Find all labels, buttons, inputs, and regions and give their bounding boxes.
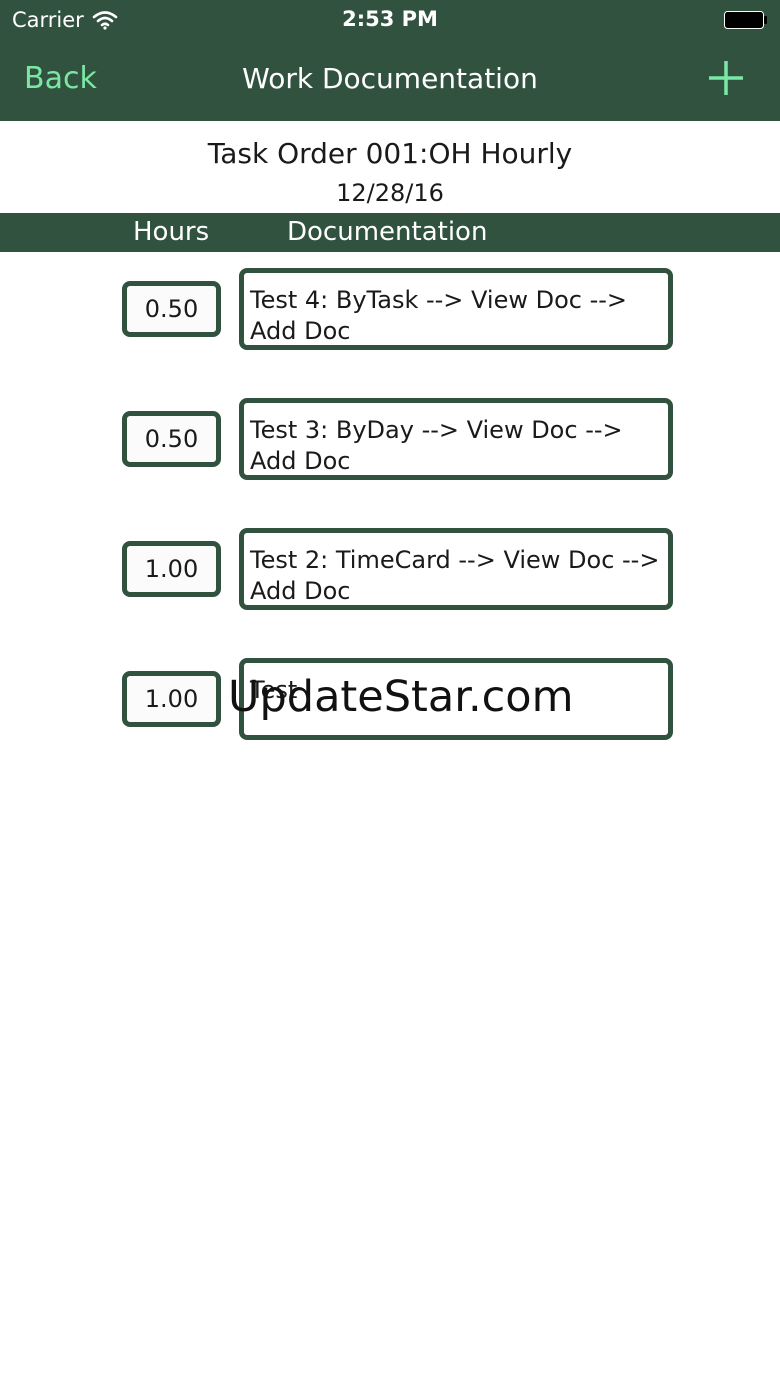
- documentation-field[interactable]: Test 2: TimeCard --> View Doc --> Add Do…: [239, 528, 673, 610]
- task-order-title: Task Order 001:OH Hourly: [207, 137, 573, 170]
- documentation-field[interactable]: Test 4: ByTask --> View Doc --> Add Doc: [239, 268, 673, 350]
- list-item[interactable]: 1.00 Test 2: TimeCard --> View Doc --> A…: [0, 528, 780, 610]
- hours-field[interactable]: 0.50: [122, 411, 221, 467]
- hours-field[interactable]: 0.50: [122, 281, 221, 337]
- column-header-hours: Hours: [133, 217, 210, 247]
- task-date: 12/28/16: [336, 179, 444, 207]
- hours-field[interactable]: 1.00: [122, 671, 221, 727]
- list-item[interactable]: 0.50 Test 3: ByDay --> View Doc --> Add …: [0, 398, 780, 480]
- list-item[interactable]: 0.50 Test 4: ByTask --> View Doc --> Add…: [0, 268, 780, 350]
- column-header-documentation: Documentation: [287, 217, 488, 247]
- status-time: 2:53 PM: [342, 7, 438, 31]
- battery-icon: [724, 11, 767, 29]
- plus-icon[interactable]: [706, 58, 746, 98]
- column-header-bar: Hours Documentation: [0, 213, 780, 252]
- page-title: Work Documentation: [242, 62, 538, 95]
- top-bar: Carrier 2:53 PM Back Work Documentation: [0, 0, 780, 121]
- hours-field[interactable]: 1.00: [122, 541, 221, 597]
- watermark: UpdateStar.com: [228, 672, 574, 722]
- documentation-field[interactable]: Test 3: ByDay --> View Doc --> Add Doc: [239, 398, 673, 480]
- navigation-bar: Back Work Documentation: [0, 40, 780, 121]
- task-header: Task Order 001:OH Hourly 12/28/16: [0, 121, 780, 213]
- status-bar: Carrier 2:53 PM: [0, 0, 780, 40]
